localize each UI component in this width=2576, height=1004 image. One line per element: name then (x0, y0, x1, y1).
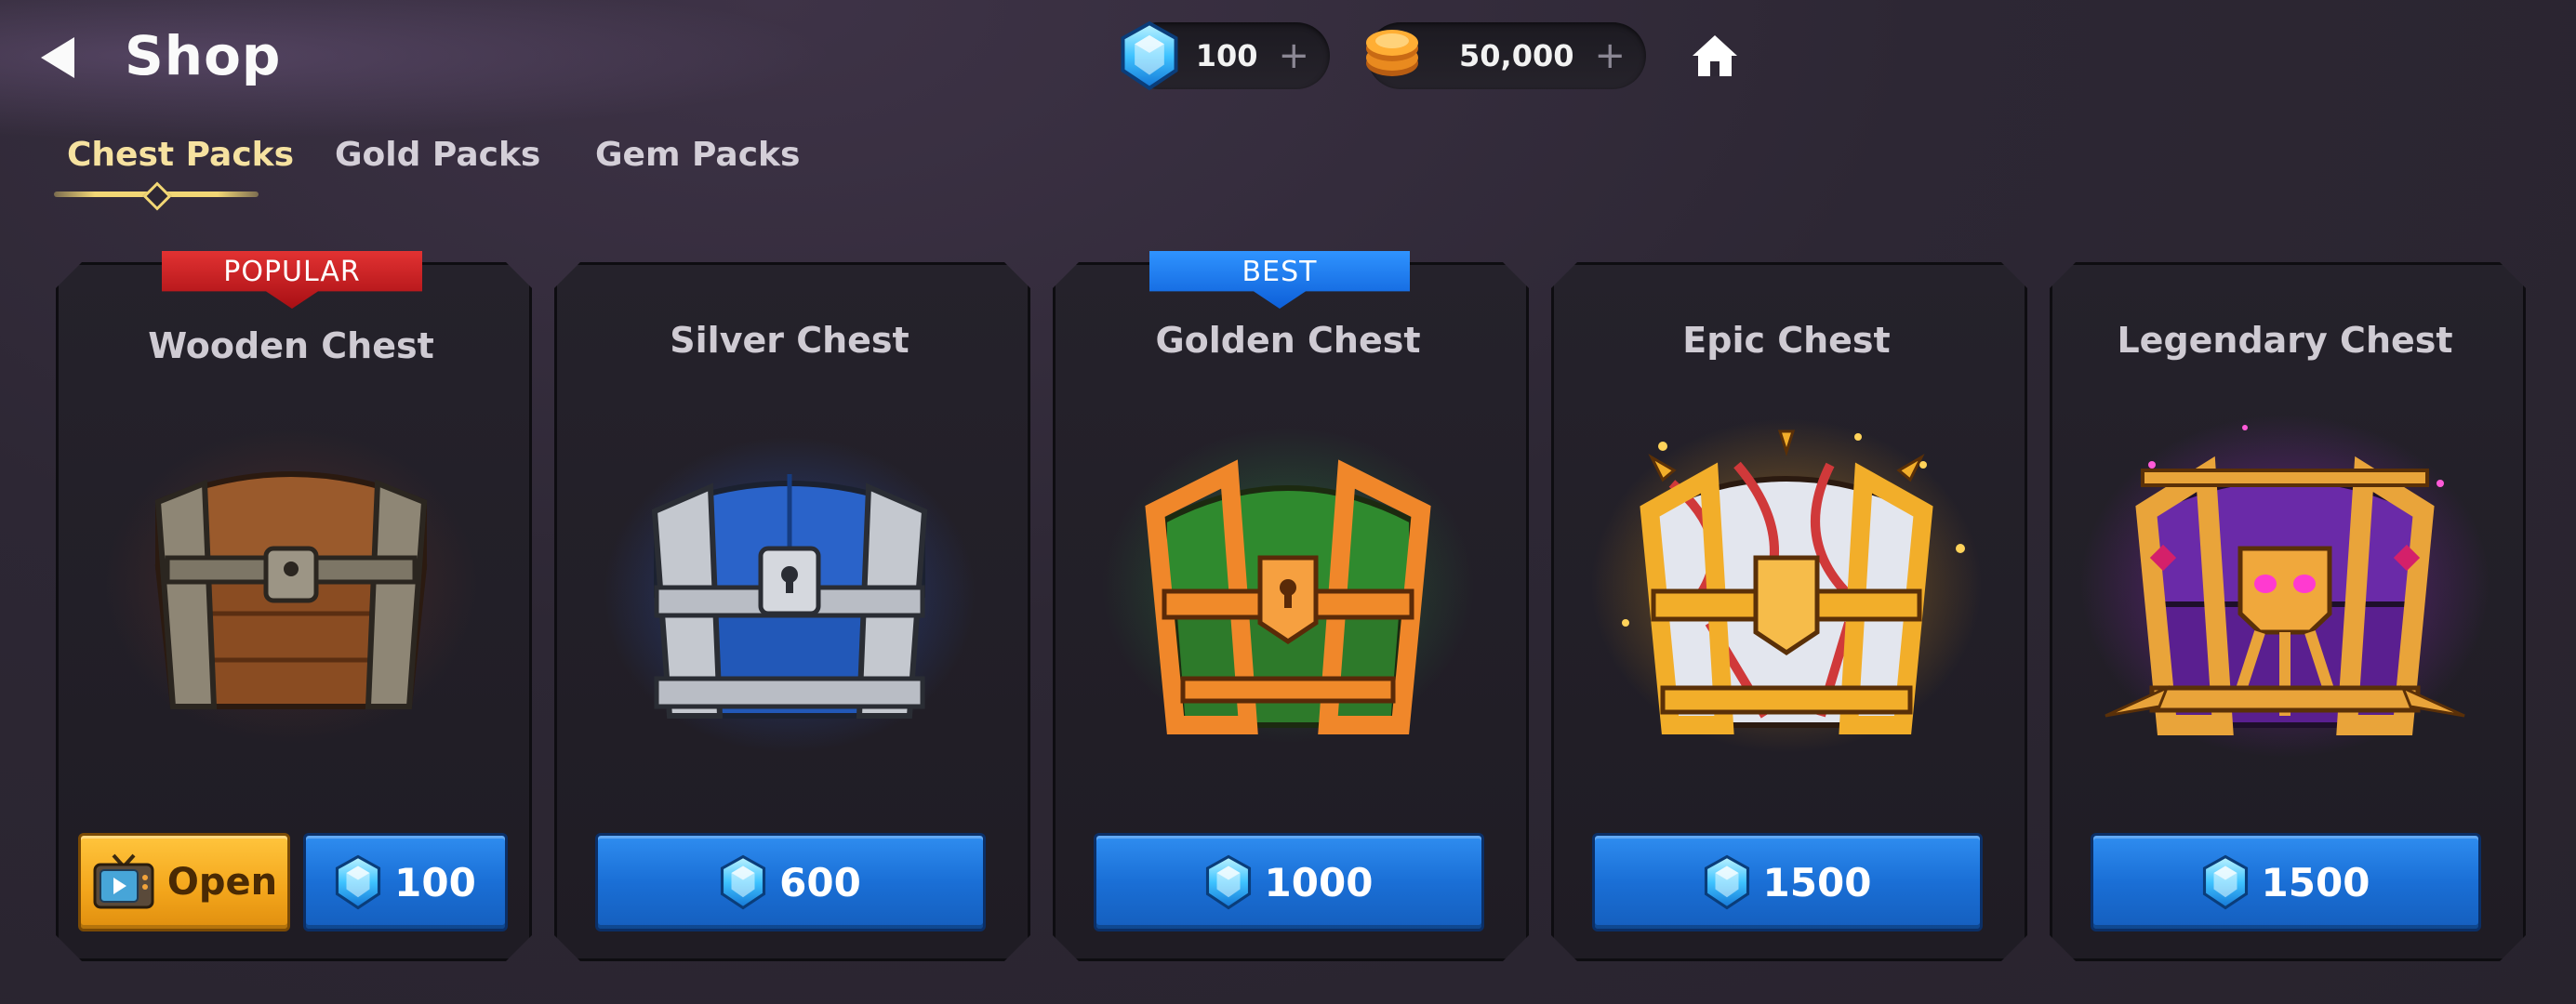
page-title: Shop (125, 24, 282, 87)
gold-count: 50,000 (1459, 38, 1574, 73)
gem-icon (335, 854, 381, 910)
epic-chest-image (1591, 418, 1982, 753)
gem-icon (2202, 854, 2249, 910)
gold-coin-icon (1366, 30, 1418, 76)
back-arrow-icon (41, 37, 74, 78)
home-icon[interactable] (1689, 30, 1741, 82)
gem-count: 100 (1195, 38, 1258, 73)
silver-chest-image (604, 437, 976, 753)
gem-icon (1704, 854, 1750, 910)
chest-title: Legendary Chest (2117, 320, 2453, 361)
buy-button-epic[interactable]: 1500 (1592, 833, 1983, 931)
chest-title: Golden Chest (1155, 320, 1421, 361)
add-gems-button[interactable]: + (1278, 34, 1309, 77)
tv-ad-icon (93, 853, 154, 909)
active-tab-indicator (142, 181, 172, 211)
legendary-chest-image (2080, 414, 2490, 758)
wooden-chest-image (105, 428, 477, 744)
chest-title: Epic Chest (1682, 320, 1891, 361)
chest-title: Silver Chest (670, 320, 910, 361)
gem-icon (1205, 854, 1252, 910)
price-label: 100 (394, 859, 476, 905)
buy-button-legendary[interactable]: 1500 (2091, 833, 2481, 931)
buy-button-golden[interactable]: 1000 (1094, 833, 1484, 931)
price-label: 1000 (1264, 859, 1374, 905)
gem-icon (1120, 20, 1179, 91)
add-gold-button[interactable]: + (1594, 34, 1626, 77)
tab-gem-packs[interactable]: Gem Packs (595, 136, 800, 174)
buy-button-wooden[interactable]: 100 (303, 833, 508, 931)
open-label: Open (166, 861, 278, 904)
price-label: 1500 (2261, 859, 2370, 905)
gem-icon (720, 854, 766, 910)
price-label: 600 (779, 859, 861, 905)
price-label: 1500 (1762, 859, 1872, 905)
golden-chest-image (1102, 428, 1474, 744)
buy-button-silver[interactable]: 600 (595, 833, 986, 931)
tab-gold-packs[interactable]: Gold Packs (335, 136, 540, 174)
watch-ad-open-button[interactable]: Open (78, 833, 290, 931)
back-button[interactable] (35, 28, 80, 87)
tab-chest-packs[interactable]: Chest Packs (67, 136, 294, 174)
chest-title: Wooden Chest (148, 325, 434, 366)
